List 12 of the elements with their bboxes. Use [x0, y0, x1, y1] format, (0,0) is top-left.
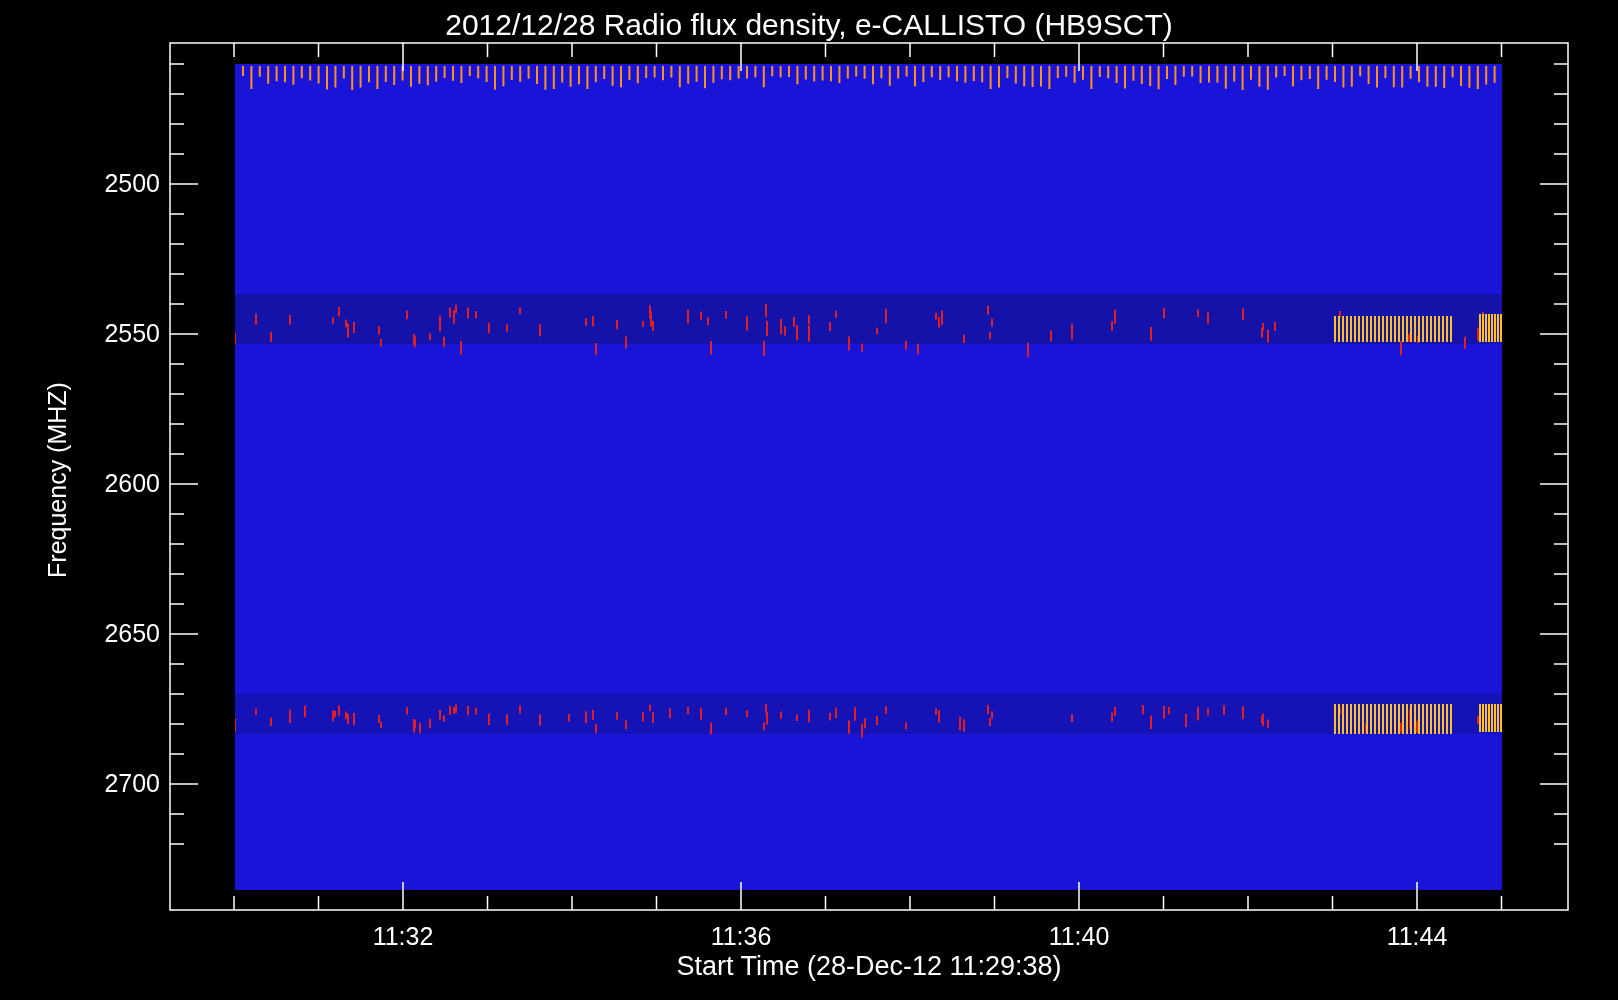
x-tick-label: 11:32 — [371, 924, 435, 949]
x-axis-title: Start Time (28-Dec-12 11:29:38) — [675, 953, 1063, 980]
y-tick-label: 2650 — [103, 621, 160, 646]
y-axis-title: Frequency (MHZ) — [44, 382, 70, 578]
x-tick-label: 11:36 — [709, 924, 773, 949]
y-tick-label: 2700 — [103, 771, 160, 796]
y-tick-label: 2600 — [103, 471, 160, 496]
x-tick-label: 11:44 — [1385, 924, 1449, 949]
y-tick-label: 2550 — [103, 321, 160, 346]
y-tick-label: 2500 — [103, 171, 160, 196]
x-tick-label: 11:40 — [1047, 924, 1111, 949]
chart-title: 2012/12/28 Radio flux density, e-CALLISTO (HB9SCT) — [444, 7, 1174, 43]
